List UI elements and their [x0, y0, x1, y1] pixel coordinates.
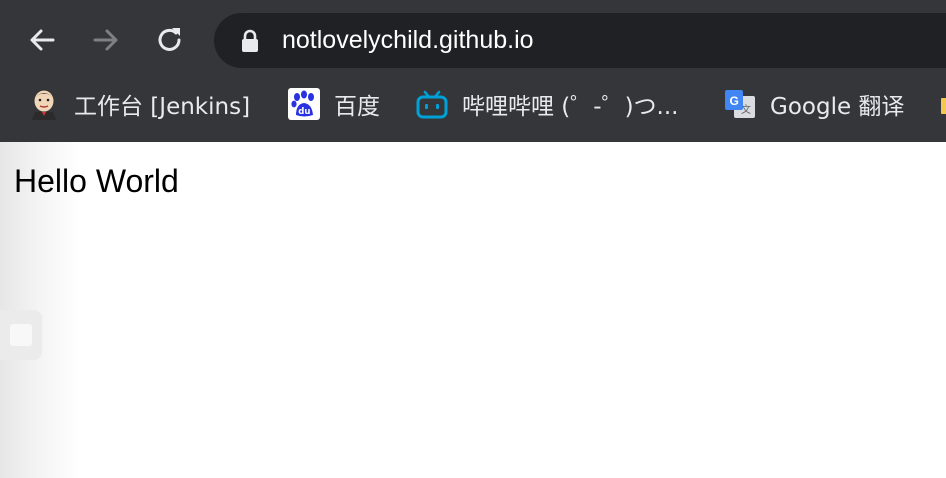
google-translate-icon: 文 G: [724, 88, 756, 120]
back-button[interactable]: [22, 20, 62, 60]
arrow-right-icon: [93, 29, 118, 51]
bookmark-google-translate[interactable]: 文 G Google 翻译: [724, 80, 904, 128]
bookmarks-bar: 工作台 [Jenkins] du 百度 哔哩哔哩 (゜-゜)つ... 文 G G…: [0, 80, 946, 142]
baidu-paw-icon: du: [288, 88, 320, 120]
side-panel-handle[interactable]: [0, 310, 42, 360]
lock-icon[interactable]: [240, 29, 260, 53]
bookmark-label: 哔哩哔哩 (゜-゜)つ...: [462, 94, 679, 120]
bookmark-jenkins[interactable]: 工作台 [Jenkins]: [28, 80, 250, 128]
page-heading: Hello World: [14, 163, 179, 199]
bookmark-label: 工作台 [Jenkins]: [74, 94, 251, 120]
handle-square-icon: [10, 324, 32, 346]
arrow-left-icon: [30, 29, 55, 51]
browser-toolbar: notlovelychild.github.io: [0, 0, 946, 80]
bookmark-baidu[interactable]: du 百度: [288, 80, 380, 128]
forward-button[interactable]: [86, 20, 126, 60]
bilibili-tv-icon: [416, 88, 448, 120]
svg-text:du: du: [298, 107, 310, 117]
address-bar[interactable]: notlovelychild.github.io: [214, 13, 946, 68]
svg-text:G: G: [730, 94, 739, 108]
url-text[interactable]: notlovelychild.github.io: [282, 25, 534, 55]
jenkins-icon: [28, 88, 60, 120]
browser-window: notlovelychild.github.io 工作台 [Jenkins] d…: [0, 0, 946, 478]
bookmark-label: Google 翻译: [770, 94, 905, 120]
bookmark-label: 百度: [334, 94, 380, 120]
bookmark-bilibili[interactable]: 哔哩哔哩 (゜-゜)つ...: [416, 80, 679, 128]
reload-button[interactable]: [150, 20, 190, 60]
bookmark-folder-icon[interactable]: [938, 94, 946, 118]
page-content: Hello World: [0, 142, 946, 478]
reload-icon: [158, 28, 181, 51]
